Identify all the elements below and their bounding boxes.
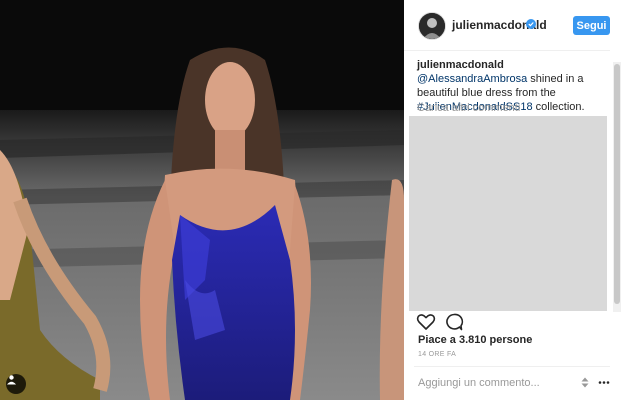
post-photo[interactable] [0, 0, 404, 400]
person-tag-icon [7, 375, 16, 385]
heart-icon[interactable] [416, 312, 436, 332]
scrollbar-thumb[interactable] [614, 64, 620, 304]
caption-username[interactable]: julienmacdonald [417, 59, 504, 71]
runway-image [0, 0, 404, 400]
post-header: julienmacdonald Segui [404, 0, 610, 51]
comments-list [409, 116, 607, 311]
verified-badge-icon [526, 19, 536, 29]
post-sidebar: julienmacdonald Segui julienmacdonald @A… [404, 0, 624, 400]
emoji-sort-icon[interactable] [580, 377, 590, 388]
likes-count[interactable]: Piace a 3.810 persone [418, 334, 532, 346]
caption-mention[interactable]: @AlessandraAmbrosa [417, 73, 527, 85]
post-timestamp[interactable]: 14 ORE FA [418, 351, 456, 358]
tag-people-button[interactable] [6, 374, 26, 394]
comment-input[interactable] [418, 376, 568, 390]
scrollbar[interactable] [613, 62, 621, 312]
comment-bubble-icon[interactable] [444, 312, 464, 332]
load-more-comments[interactable]: Carica altri commenti [417, 102, 520, 114]
ellipsis-icon[interactable] [598, 377, 610, 388]
caption-text-end: collection. [535, 101, 585, 113]
avatar[interactable] [418, 12, 446, 40]
follow-button[interactable]: Segui [573, 16, 610, 35]
divider [414, 366, 610, 367]
